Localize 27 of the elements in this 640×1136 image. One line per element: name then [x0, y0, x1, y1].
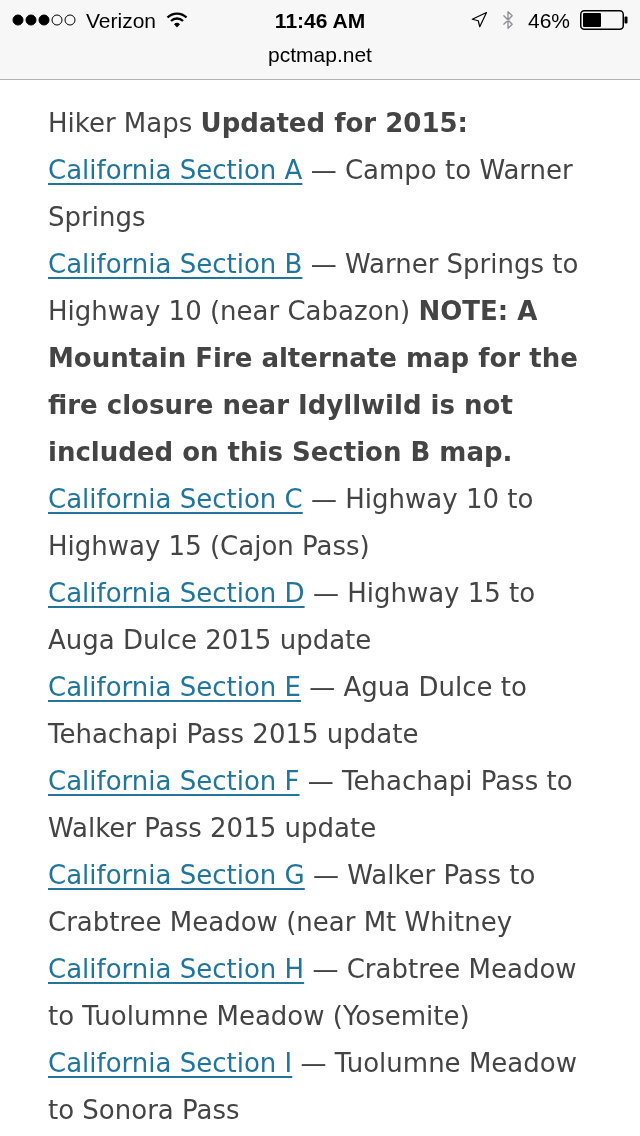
section-entry: California Section A — Campo to Warner Springs [48, 154, 574, 234]
carrier-name: Verizon [86, 9, 157, 31]
section-link[interactable]: California Section H [48, 954, 305, 984]
section-link[interactable]: California Section C [48, 484, 303, 514]
page-url[interactable]: pctmap.net [268, 44, 372, 65]
location-arrow-icon [469, 11, 488, 29]
section-link[interactable]: California Section A [48, 155, 303, 185]
battery-percentage: 46% [527, 9, 570, 31]
section-link[interactable]: California Section E [48, 672, 302, 702]
section-entry: California Section F — Tehachapi Pass to Walker Pass 2015 update [48, 765, 574, 845]
section-link[interactable]: California Section I [48, 1048, 293, 1078]
section-link[interactable]: California Section F [48, 766, 300, 796]
intro-text: Hiker Maps Updated for 2015: [48, 107, 469, 140]
battery-icon [580, 10, 628, 30]
section-entry: California Section D — Highway 15 to Auga Dulce 2015 update [48, 577, 537, 657]
section-link[interactable]: California Section D [48, 578, 305, 608]
signal-strength-icon [12, 14, 76, 26]
wifi-icon [166, 12, 189, 28]
section-entry: California Section B — Warner Springs to Highway 10 (near Cabazon) NOTE: A Mountain Fire alternate map for the fire closure near Idyllwild is not included on this Section B map. [48, 248, 580, 469]
section-entry: California Section G — Walker Pass to Crabtree Meadow (near Mt Whitney [48, 859, 537, 939]
clock-time: 11:46 AM [274, 9, 366, 31]
section-link[interactable]: California Section G [48, 860, 305, 890]
section-entry: California Section C — Highway 10 to Highway 15 (Cajon Pass) [48, 483, 535, 563]
section-entry: California Section I — Tuolumne Meadow to Sonora Pass [48, 1047, 578, 1127]
section-entry: California Section H — Crabtree Meadow to Tuolumne Meadow (Yosemite) [48, 953, 578, 1033]
section-link[interactable]: California Section B [48, 249, 303, 279]
section-entry: California Section E — Agua Dulce to Tehachapi Pass 2015 update [48, 671, 528, 751]
